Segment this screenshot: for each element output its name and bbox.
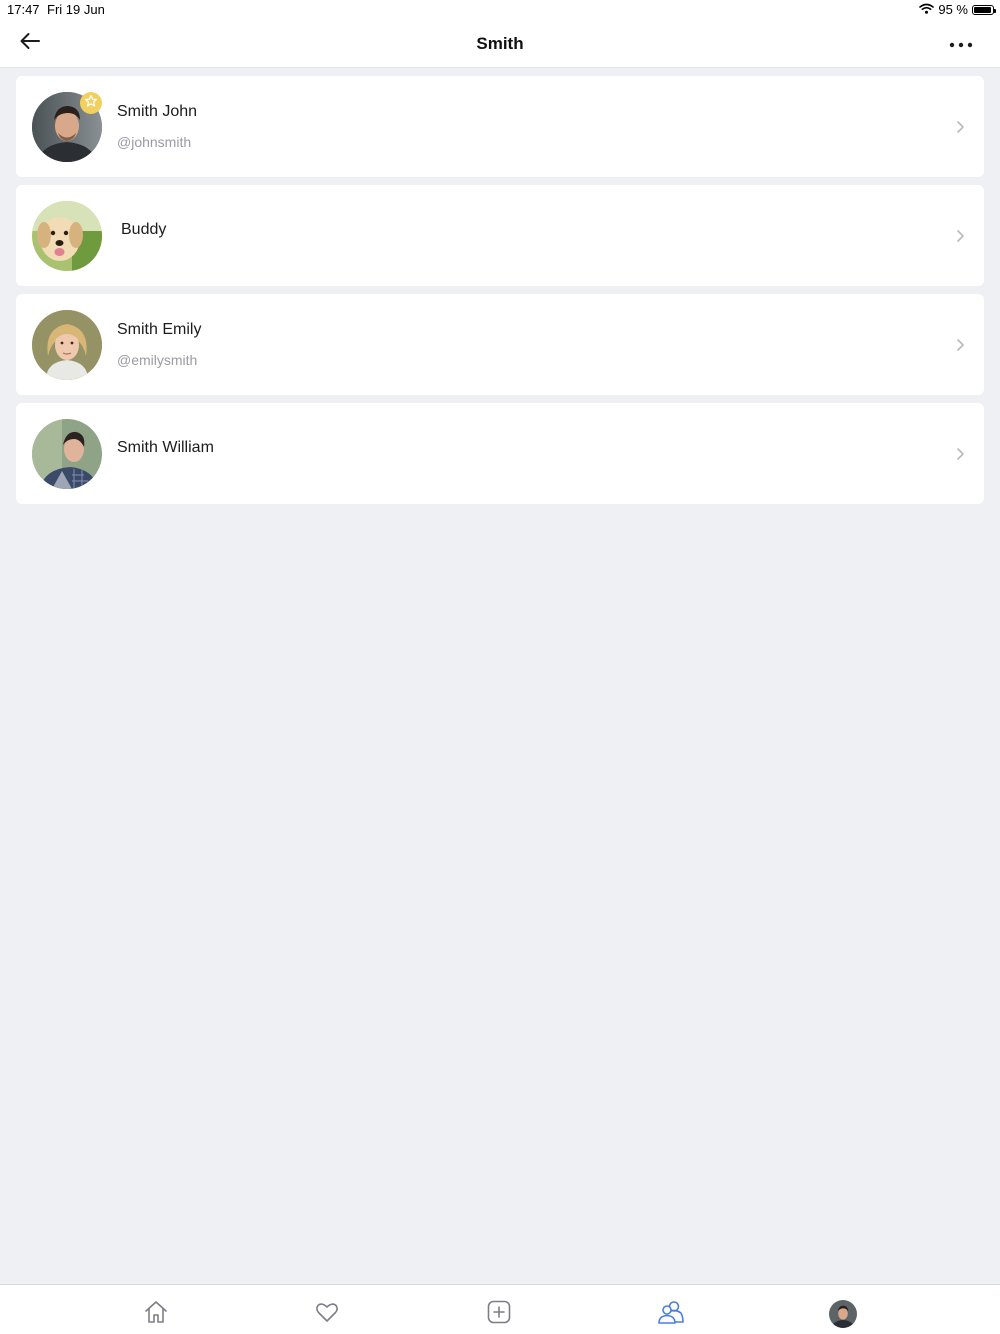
battery-icon <box>972 4 996 15</box>
wifi-icon <box>919 2 935 17</box>
chevron-right-icon <box>952 119 968 135</box>
status-time: 17:47 <box>7 2 40 17</box>
people-icon <box>657 1299 685 1330</box>
status-bar: 17:47 Fri 19 Jun 95 % <box>0 0 1000 20</box>
tab-favorites[interactable] <box>312 1299 342 1329</box>
status-right: 95 % <box>919 2 996 17</box>
status-date: Fri 19 Jun <box>47 2 105 17</box>
tab-people[interactable] <box>656 1299 686 1329</box>
contact-name: Buddy <box>121 221 167 238</box>
contact-card-smith-william[interactable]: Smith William <box>16 403 984 504</box>
contact-card-smith-emily[interactable]: Smith Emily @emilysmith <box>16 294 984 395</box>
avatar <box>32 201 102 271</box>
more-horizontal-icon <box>949 35 973 53</box>
profile-avatar <box>829 1300 857 1328</box>
tab-profile[interactable] <box>828 1299 858 1329</box>
contact-name: Smith John <box>117 103 198 120</box>
tab-bar <box>0 1284 1000 1334</box>
contact-handle: @emilysmith <box>117 352 198 368</box>
tab-home[interactable] <box>141 1299 171 1329</box>
battery-percent: 95 % <box>938 2 968 17</box>
chevron-right-icon <box>952 337 968 353</box>
contact-card-smith-john[interactable]: Smith John @johnsmith <box>16 76 984 177</box>
tab-add[interactable] <box>484 1299 514 1329</box>
favorite-badge <box>80 92 102 114</box>
avatar <box>32 310 102 380</box>
avatar <box>32 419 102 489</box>
contact-handle: @johnsmith <box>117 134 192 150</box>
home-icon <box>143 1299 169 1330</box>
chevron-right-icon <box>952 228 968 244</box>
navigation-bar: Smith <box>0 20 1000 68</box>
contact-card-buddy[interactable]: Buddy <box>16 185 984 286</box>
more-button[interactable] <box>944 34 978 54</box>
heart-icon <box>314 1299 340 1330</box>
battery-fill <box>974 6 992 13</box>
add-square-icon <box>486 1299 512 1330</box>
star-icon <box>84 94 98 113</box>
contact-list: Smith John @johnsmith Buddy Smith Emily … <box>16 76 984 512</box>
chevron-right-icon <box>952 446 968 462</box>
page-title: Smith <box>476 34 524 53</box>
contact-name: Smith William <box>117 439 214 456</box>
contact-name: Smith Emily <box>117 321 202 338</box>
